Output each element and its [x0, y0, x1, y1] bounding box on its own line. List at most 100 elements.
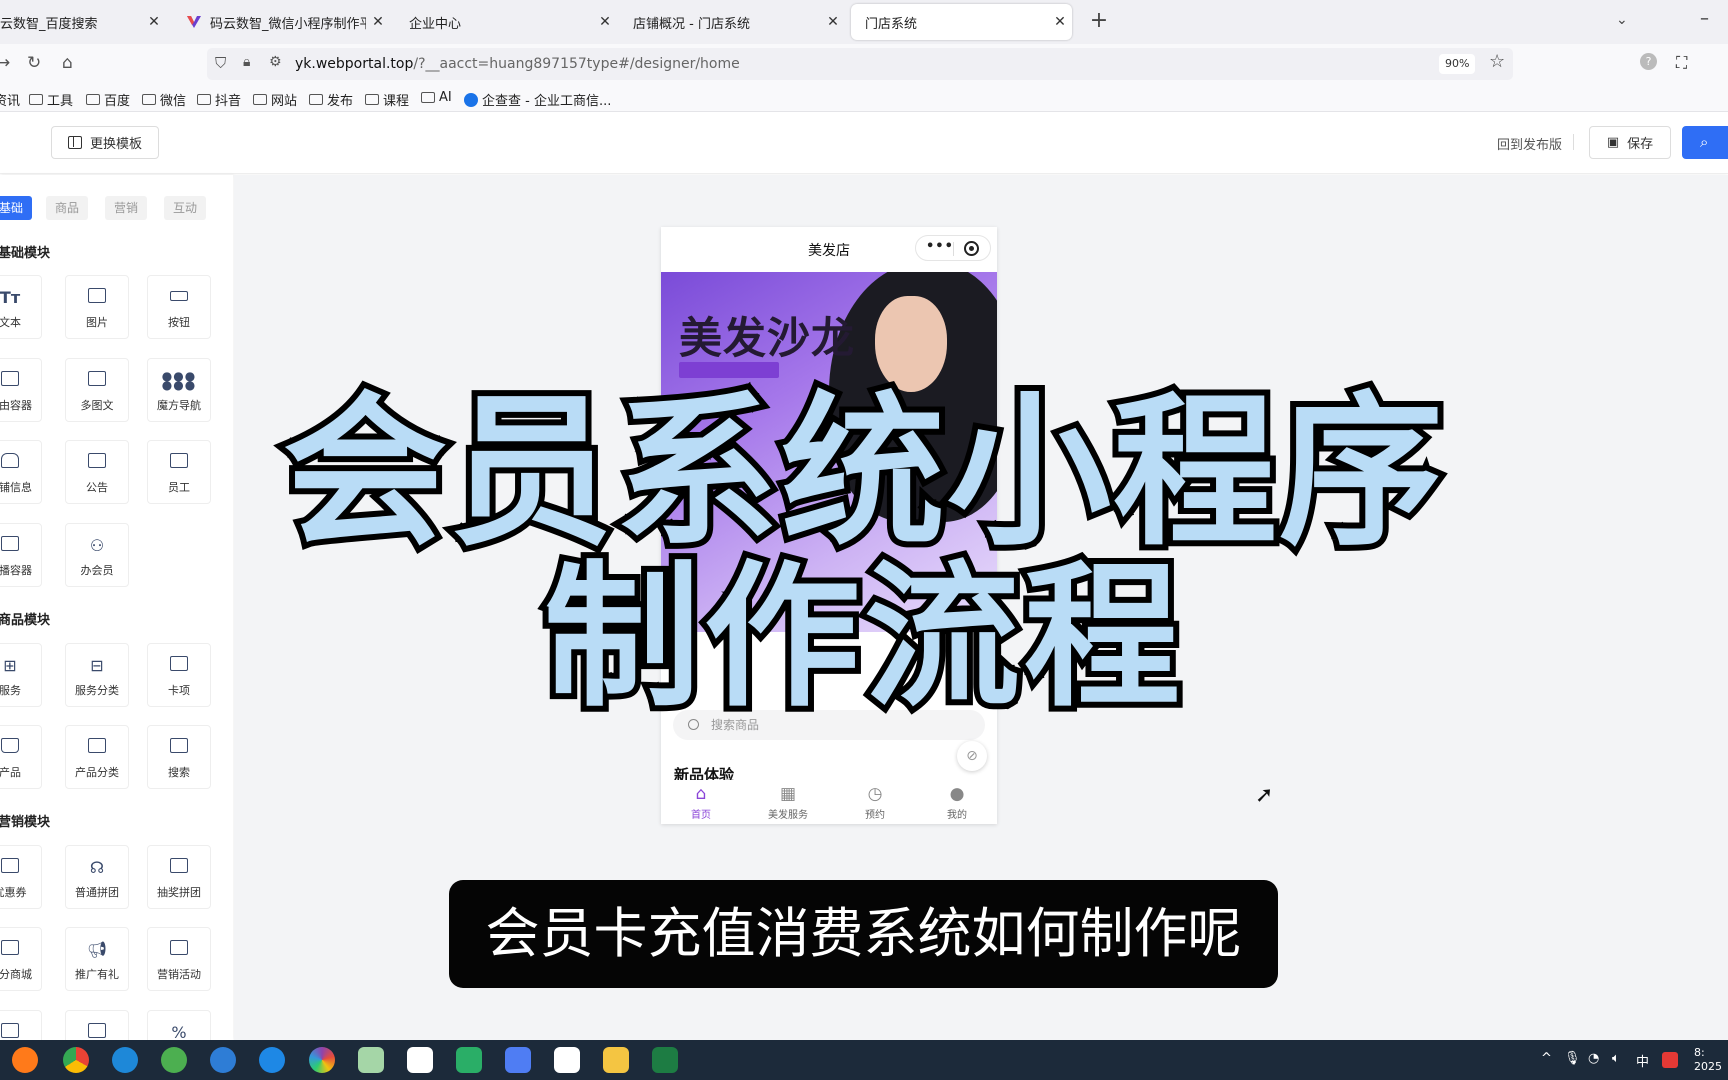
module-label: 抽奖拼团 — [157, 886, 201, 899]
module-points-mall[interactable]: 积分商城 — [0, 927, 42, 991]
tab-marketing[interactable]: 营销 — [105, 196, 147, 220]
network-icon[interactable]: ◔ — [1588, 1051, 1599, 1066]
clock[interactable]: 8: 2025 — [1694, 1046, 1728, 1074]
miniapp-tabbar: ⌂ 首页 ▦ 美发服务 ◷ 预约 ● 我的 — [661, 780, 997, 824]
bookmark-folder[interactable]: 网站 — [253, 90, 297, 109]
plant-app-icon[interactable] — [358, 1047, 384, 1073]
close-icon[interactable]: ✕ — [142, 14, 166, 30]
module-text[interactable]: Tт 文本 — [0, 275, 42, 339]
lock-icon[interactable]: 🔒︎ — [243, 54, 250, 70]
zoom-level[interactable]: 90% — [1439, 54, 1476, 74]
ime-indicator[interactable]: 中 — [1636, 1051, 1649, 1070]
preview-button[interactable]: ⌕ — [1682, 126, 1728, 159]
save-button[interactable]: ▣ 保存 — [1589, 126, 1671, 159]
record-icon[interactable] — [964, 241, 979, 256]
bookmark-label: 企查查 - 企业工商信... — [482, 94, 612, 109]
nav-home[interactable]: ⌂ 首页 — [671, 784, 731, 821]
nav-hair-service[interactable]: ▦ 美发服务 — [758, 784, 818, 821]
change-template-button[interactable]: 更换模板 — [51, 126, 159, 159]
bookmark-folder[interactable]: 抖音 — [197, 90, 241, 109]
microphone-icon[interactable]: 🎙︎ — [1564, 1051, 1581, 1066]
sogou-browser-icon[interactable] — [210, 1047, 236, 1073]
browser-tab[interactable]: 云数智_百度搜索 ✕ — [0, 4, 166, 40]
float-link-icon[interactable]: ⊘ — [957, 741, 987, 771]
new-tab-button[interactable]: + — [1085, 8, 1113, 33]
miniapp-capsule[interactable]: ••• — [915, 235, 991, 261]
bookmark-folder[interactable]: 发布 — [309, 90, 353, 109]
edge-icon[interactable] — [112, 1047, 138, 1073]
chrome-icon[interactable] — [63, 1047, 89, 1073]
more-icon[interactable]: ••• — [926, 239, 954, 254]
module-button[interactable]: 按钮 — [147, 275, 211, 339]
screenshot-icon[interactable]: ⛶ — [1676, 53, 1687, 73]
address-bar[interactable]: ⛉ 🔒︎ ⚙ yk.webportal.top/?__aacct=huang89… — [207, 48, 1513, 80]
folder-icon — [421, 92, 435, 103]
module-marketing-activity[interactable]: 营销活动 — [147, 927, 211, 991]
bookmark-folder[interactable]: 微信 — [142, 90, 186, 109]
chevron-down-icon[interactable]: ⌄ — [1616, 12, 1628, 28]
help-icon[interactable]: ? — [1640, 53, 1657, 70]
editor-icon[interactable] — [505, 1047, 531, 1073]
nav-mine[interactable]: ● 我的 — [927, 784, 987, 821]
bookmark-item[interactable]: 资讯 — [0, 90, 20, 109]
module-label: 积分商城 — [0, 968, 32, 981]
file-explorer-icon[interactable] — [603, 1047, 629, 1073]
tab-title: 企业中心 — [409, 16, 462, 32]
tab-goods[interactable]: 商品 — [46, 196, 88, 220]
browser-360-icon[interactable] — [161, 1047, 187, 1073]
bookmarks-bar: 资讯 工具 百度 微信 抖音 网站 发布 课程 AI 企查查 - 企业工商信..… — [0, 84, 1728, 112]
divider — [1573, 134, 1574, 150]
browser-tab[interactable]: 码云数智_微信小程序制作平台_ ✕ — [176, 4, 390, 40]
bookmark-folder[interactable]: 百度 — [86, 90, 130, 109]
minimize-icon[interactable]: – — [1700, 8, 1709, 29]
nav-booking[interactable]: ◷ 预约 — [845, 784, 905, 821]
excel-icon[interactable] — [652, 1047, 678, 1073]
layout-icon — [67, 136, 82, 149]
module-label: 搜索 — [168, 766, 190, 779]
browser-tab[interactable]: 店铺概况 - 门店系统 ✕ — [619, 4, 845, 40]
image-icon — [66, 288, 128, 308]
bookmark-star-icon[interactable]: ☆ — [1489, 51, 1505, 72]
close-icon[interactable]: ✕ — [821, 14, 845, 30]
tab-basic[interactable]: 基础 — [0, 196, 32, 220]
qichacha-icon — [464, 92, 478, 107]
bookmark-folder[interactable]: AI — [421, 90, 452, 105]
reload-icon[interactable]: ↻ — [27, 53, 41, 73]
wechat-icon[interactable] — [456, 1047, 482, 1073]
nav-label: 我的 — [947, 810, 967, 821]
qq-browser-icon[interactable] — [259, 1047, 285, 1073]
bookmark-folder[interactable]: 工具 — [29, 90, 73, 109]
tab-interaction[interactable]: 互动 — [164, 196, 206, 220]
close-icon[interactable]: ✕ — [593, 14, 617, 30]
close-icon[interactable]: ✕ — [1048, 14, 1072, 30]
home-icon[interactable]: ⌂ — [62, 53, 73, 73]
module-coupon[interactable]: 优惠券 — [0, 845, 42, 909]
url-path: /?__aacct=huang897157type#/designer/home — [413, 56, 740, 72]
module-group-buy[interactable]: ☊ 普通拼团 — [65, 845, 129, 909]
back-to-published-link[interactable]: 回到发布版 — [1497, 134, 1562, 153]
folder-icon — [365, 94, 379, 105]
bookmark-item[interactable]: 企查查 - 企业工商信... — [464, 90, 611, 109]
module-lottery-group[interactable]: 抽奖拼团 — [147, 845, 211, 909]
bookmark-folder[interactable]: 课程 — [365, 90, 409, 109]
bookmark-label: 资讯 — [0, 94, 21, 109]
browser-tab[interactable]: 企业中心 ✕ — [395, 4, 617, 40]
firefox-icon[interactable] — [12, 1047, 38, 1073]
browser-tab-active[interactable]: 门店系统 ✕ — [851, 4, 1072, 40]
color-app-icon[interactable] — [309, 1047, 335, 1073]
volume-icon[interactable]: 🔈︎ — [1612, 1051, 1620, 1066]
shield-icon[interactable]: ⛉ — [215, 54, 226, 72]
folder-icon — [86, 94, 100, 105]
close-icon[interactable]: ✕ — [366, 14, 390, 30]
module-image[interactable]: 图片 — [65, 275, 129, 339]
taskbar: ^ 🎙︎ ◔ 🔈︎ 中 8: 2025 — [0, 1040, 1728, 1080]
capture-app-icon[interactable] — [554, 1047, 580, 1073]
section-title: 基础模块 — [0, 246, 51, 261]
forward-icon[interactable]: → — [0, 53, 10, 73]
chevron-up-icon[interactable]: ^ — [1541, 1051, 1552, 1066]
url-text[interactable]: yk.webportal.top/?__aacct=huang897157typ… — [295, 56, 740, 72]
qq-icon[interactable] — [407, 1047, 433, 1073]
permissions-icon[interactable]: ⚙ — [269, 54, 282, 70]
sogou-ime-icon[interactable] — [1662, 1052, 1678, 1068]
module-referral[interactable]: 📢︎ 推广有礼 — [65, 927, 129, 991]
